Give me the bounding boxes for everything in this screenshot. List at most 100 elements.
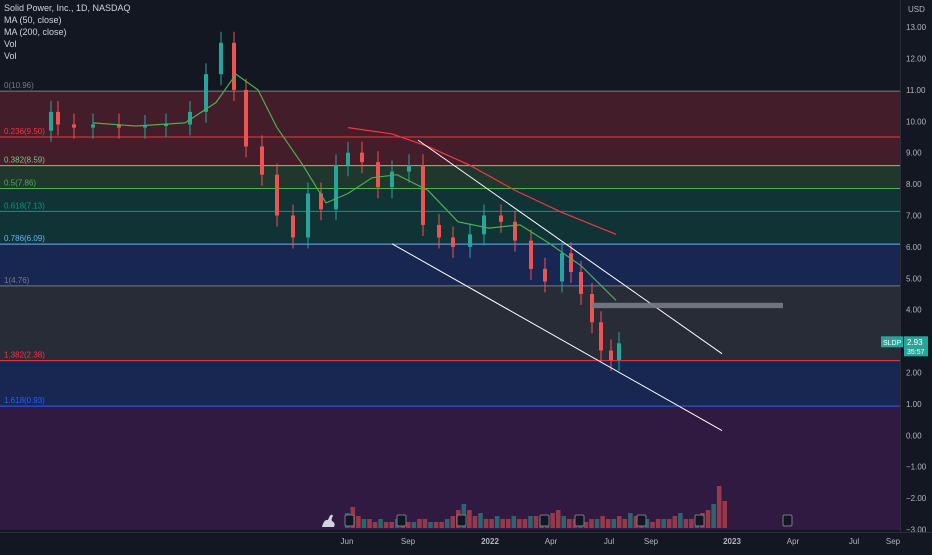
candle-body	[560, 253, 564, 282]
time-tick: Sep	[401, 537, 416, 546]
price-tick: 0.00	[906, 431, 922, 440]
volume-bar	[472, 516, 478, 528]
candle-body	[56, 111, 60, 125]
candle-body	[219, 42, 223, 75]
price-tick: 8.00	[906, 180, 922, 189]
candle-body	[451, 237, 455, 247]
event-marker-icon	[782, 514, 793, 527]
volume-bar	[683, 519, 689, 528]
volume-bar	[417, 519, 422, 528]
volume-bar	[511, 516, 517, 528]
volume-bar	[705, 510, 711, 528]
indicator-ma200-label[interactable]: MA (200, close)	[4, 27, 67, 38]
volume-bar	[478, 513, 483, 528]
resistance-zone	[592, 302, 783, 309]
volume-bar	[389, 522, 394, 528]
fib-zone-0.5	[0, 188, 900, 212]
chart-title: Solid Power, Inc., 1D, NASDAQ	[4, 3, 131, 13]
volume-bar	[383, 522, 389, 528]
volume-bar	[672, 516, 678, 528]
time-tick: Jul	[849, 537, 859, 546]
volume-bar	[428, 522, 433, 528]
indicator-vol-label-2[interactable]: Vol	[4, 51, 17, 62]
time-tick: 2022	[481, 537, 499, 546]
volume-bar	[678, 513, 683, 528]
volume-bar	[722, 501, 727, 528]
candle-body	[291, 215, 295, 238]
candle-body	[360, 152, 364, 163]
volume-bar	[600, 516, 605, 528]
event-marker-icon	[636, 514, 647, 527]
volume-bar	[378, 519, 383, 528]
chart-svg[interactable]: 0(10.96) 0.236(9.50) 0.382(8.59) 0.5(7.86) 0…	[0, 0, 932, 550]
volume-bar	[533, 516, 539, 528]
event-marker-icon	[574, 514, 585, 527]
price-tick: 1.00	[906, 400, 922, 409]
price-tick: −2.00	[906, 494, 927, 503]
volume-bar	[505, 519, 511, 528]
price-tick: 11.00	[906, 86, 926, 95]
time-tick: Sep	[886, 537, 901, 546]
fib-zone-0.382	[0, 165, 900, 189]
time-tick: 2023	[723, 537, 741, 546]
candle-body	[346, 152, 350, 166]
candle-body	[609, 350, 613, 360]
price-tick: 4.00	[906, 306, 922, 315]
time-tick: Apr	[545, 537, 558, 546]
volume-bar	[356, 516, 361, 528]
volume-bar	[689, 519, 694, 528]
volume-bar	[439, 522, 444, 528]
volume-bar	[467, 510, 472, 528]
candle-body	[275, 174, 279, 216]
volume-bar	[528, 516, 533, 528]
candle-body	[529, 240, 533, 269]
fib-label-1.618: 1.618(0.93)	[4, 396, 45, 405]
candle-body	[599, 322, 603, 351]
candle-body	[407, 165, 411, 172]
candle-body	[91, 124, 95, 128]
price-tick: −3.00	[906, 526, 927, 535]
candle-body	[334, 165, 338, 210]
fib-zone-1	[0, 285, 900, 361]
volume-bar	[361, 519, 367, 528]
fib-label-0.382: 0.382(8.59)	[4, 156, 45, 165]
volume-bar	[433, 522, 439, 528]
volume-bar	[567, 519, 572, 528]
candle-body	[543, 268, 547, 282]
candle-body	[232, 42, 236, 90]
volume-bar	[406, 522, 411, 528]
volume-bar	[450, 516, 456, 528]
fib-zone-0.618	[0, 211, 900, 245]
price-tick: 9.00	[906, 149, 922, 158]
volume-bar	[422, 519, 428, 528]
indicator-ma50-label[interactable]: MA (50, close)	[4, 15, 62, 26]
candle-body	[260, 146, 264, 175]
price-chart[interactable]: 0(10.96) 0.236(9.50) 0.382(8.59) 0.5(7.86) 0…	[0, 0, 932, 550]
price-tick: −1.00	[906, 463, 927, 472]
candle-body	[513, 221, 517, 241]
volume-bar	[716, 486, 722, 528]
volume-bar	[522, 519, 528, 528]
event-marker-icon	[344, 514, 355, 527]
candle-body	[204, 74, 208, 112]
fib-zone-1.618	[0, 406, 900, 530]
fib-label-0.786: 0.786(6.09)	[4, 234, 45, 243]
event-marker-icon	[539, 514, 550, 527]
volume-bar	[605, 519, 611, 528]
volume-bar	[561, 516, 567, 528]
volume-bar	[611, 519, 616, 528]
fib-label-0: 0(10.96)	[4, 81, 34, 90]
volume-bar	[517, 519, 522, 528]
volume-bar	[550, 513, 555, 528]
fib-zone-0.236	[0, 137, 900, 166]
volume-bar	[711, 504, 716, 528]
time-tick: Apr	[787, 537, 800, 546]
last-price-value: 2.93	[907, 338, 923, 347]
fib-zone-0	[0, 91, 900, 137]
fib-label-0.5: 0.5(7.86)	[4, 178, 36, 187]
volume-bar	[555, 510, 561, 528]
volume-bar	[622, 519, 628, 528]
volume-bar	[628, 513, 633, 528]
indicator-vol-label[interactable]: Vol	[4, 39, 17, 50]
price-tick: 2.00	[906, 369, 922, 378]
